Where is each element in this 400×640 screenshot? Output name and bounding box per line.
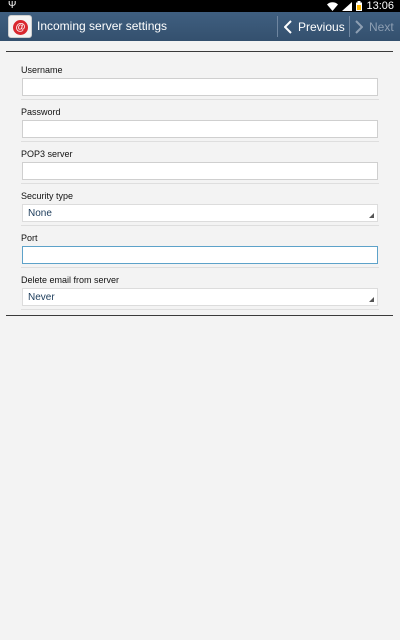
clock: 13:06 bbox=[366, 0, 394, 12]
nav-divider bbox=[349, 16, 350, 37]
pop3-server-row: POP3 server bbox=[21, 142, 379, 184]
nav-divider bbox=[277, 16, 278, 37]
delete-email-row: Delete email from server Never bbox=[21, 268, 379, 310]
port-field[interactable] bbox=[22, 246, 378, 264]
password-row: Password bbox=[21, 100, 379, 142]
username-label: Username bbox=[21, 65, 63, 75]
password-label: Password bbox=[21, 107, 61, 117]
delete-email-value: Never bbox=[28, 292, 55, 303]
bottom-divider bbox=[6, 315, 393, 316]
pop3-server-label: POP3 server bbox=[21, 149, 73, 159]
security-type-select[interactable]: None bbox=[22, 204, 378, 222]
delete-email-select[interactable]: Never bbox=[22, 288, 378, 306]
action-bar: @ Incoming server settings Previous Next bbox=[0, 12, 400, 41]
usb-icon: Ψ bbox=[8, 0, 17, 11]
status-icons: 13:06 bbox=[327, 0, 394, 12]
email-app-icon[interactable]: @ bbox=[8, 15, 32, 38]
chevron-left-icon bbox=[284, 19, 292, 34]
signal-icon bbox=[342, 1, 353, 11]
top-divider bbox=[6, 51, 393, 52]
next-label: Next bbox=[369, 19, 394, 34]
chevron-right-icon bbox=[355, 19, 363, 34]
dropdown-arrow-icon bbox=[369, 213, 374, 218]
username-field[interactable] bbox=[22, 78, 378, 96]
status-bar: Ψ 13:06 bbox=[0, 0, 400, 12]
incoming-server-form: Username Password POP3 server Security t… bbox=[21, 58, 379, 310]
battery-icon bbox=[356, 1, 363, 11]
username-row: Username bbox=[21, 58, 379, 100]
security-type-row: Security type None bbox=[21, 184, 379, 226]
wifi-icon bbox=[327, 1, 339, 11]
security-type-label: Security type bbox=[21, 191, 74, 201]
dropdown-arrow-icon bbox=[369, 297, 374, 302]
at-sign-icon: @ bbox=[13, 20, 28, 35]
port-row: Port bbox=[21, 226, 379, 268]
pop3-server-field[interactable] bbox=[22, 162, 378, 180]
previous-label: Previous bbox=[298, 19, 345, 34]
delete-email-label: Delete email from server bbox=[21, 275, 120, 285]
security-type-value: None bbox=[28, 208, 52, 219]
previous-button[interactable]: Previous bbox=[284, 12, 345, 41]
port-label: Port bbox=[21, 233, 38, 243]
password-field[interactable] bbox=[22, 120, 378, 138]
next-button[interactable]: Next bbox=[355, 12, 394, 41]
page-title: Incoming server settings bbox=[37, 19, 168, 33]
